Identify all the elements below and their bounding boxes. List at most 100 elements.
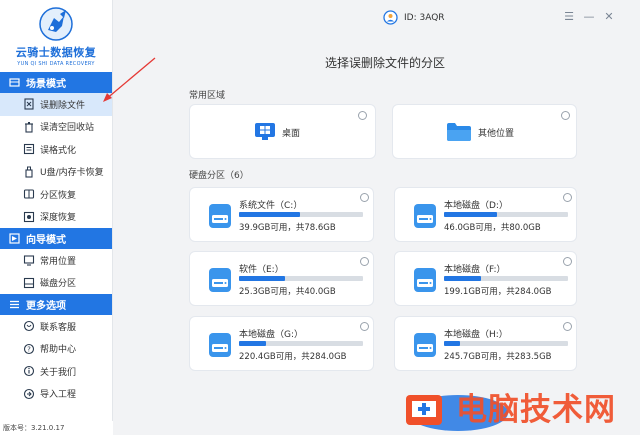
location-card-desktop[interactable]: 桌面 — [189, 104, 376, 159]
partition-icon — [23, 188, 35, 200]
location-radio[interactable] — [561, 111, 570, 120]
hard-drive-icon — [209, 204, 231, 228]
hard-drive-icon — [414, 333, 436, 357]
wizard-icon — [9, 233, 20, 244]
disk-usage-fill — [239, 212, 300, 217]
close-icon: ✕ — [604, 9, 614, 23]
disk-name: 本地磁盘（G:） — [239, 330, 304, 340]
section-wizard-mode[interactable]: 向导模式 — [0, 228, 112, 249]
nav-item-label: U盘/内存卡恢复 — [40, 168, 104, 179]
nav-item-about[interactable]: 关于我们 — [0, 360, 112, 383]
nav-item-recycle-bin[interactable]: 误清空回收站 — [0, 116, 112, 139]
about-icon — [23, 365, 35, 377]
hard-drive-icon — [209, 268, 231, 292]
watermark-text: 电脑技术网 — [456, 392, 616, 428]
menu-lines-icon: ☰ — [564, 9, 574, 23]
menu-button[interactable]: ☰ — [563, 9, 575, 23]
location-radio[interactable] — [358, 111, 367, 120]
disk-card-e[interactable]: 软件（E:） 25.3GB可用，共40.0GB — [189, 251, 374, 306]
disk-card-f[interactable]: 本地磁盘（F:） 199.1GB可用，共284.0GB — [394, 251, 577, 306]
disk-info: 199.1GB可用，共284.0GB — [444, 287, 552, 297]
disk-card-g[interactable]: 本地磁盘（G:） 220.4GB可用，共284.0GB — [189, 316, 374, 371]
minimize-icon: — — [583, 9, 595, 23]
menu-icon — [9, 299, 20, 310]
nav-item-partition[interactable]: 分区恢复 — [0, 183, 112, 206]
disk-radio[interactable] — [563, 322, 572, 331]
import-icon — [23, 388, 35, 400]
disk-card-h[interactable]: 本地磁盘（H:） 245.7GB可用，共283.5GB — [394, 316, 577, 371]
disk-partition-label: 硬盘分区（6） — [189, 171, 249, 181]
disk-usage-bar — [444, 341, 568, 346]
disk-radio[interactable] — [563, 193, 572, 202]
disk-usage-bar — [239, 341, 363, 346]
disk-card-c[interactable]: 系统文件（C:） 39.9GB可用，共78.6GB — [189, 187, 374, 242]
svg-text:?: ? — [27, 345, 31, 353]
user-id[interactable]: ID: 3AQR — [383, 10, 445, 25]
nav-item-label: 误删除文件 — [40, 100, 86, 111]
nav-item-label: 磁盘分区 — [40, 279, 77, 290]
disk-info: 220.4GB可用，共284.0GB — [239, 352, 347, 362]
disk-radio[interactable] — [360, 322, 369, 331]
disk-usage-fill — [239, 341, 267, 346]
disk-radio[interactable] — [360, 193, 369, 202]
nav-item-support[interactable]: 联系客服 — [0, 315, 112, 338]
location-card-other[interactable]: 其他位置 — [392, 104, 577, 159]
nav-item-label: 联系客服 — [40, 322, 77, 333]
disk-card-d[interactable]: 本地磁盘（D:） 46.0GB可用，共80.0GB — [394, 187, 577, 242]
nav-item-label: 关于我们 — [40, 367, 77, 378]
disk-info: 25.3GB可用，共40.0GB — [239, 287, 336, 297]
user-id-text: ID: 3AQR — [404, 12, 445, 23]
support-icon — [23, 320, 35, 332]
disk-name: 系统文件（C:） — [239, 201, 303, 211]
recycle-bin-icon — [23, 121, 35, 133]
section-more-options[interactable]: 更多选项 — [0, 294, 112, 315]
folder-icon — [447, 123, 471, 141]
nav-item-disk-partition[interactable]: 磁盘分区 — [0, 272, 112, 295]
format-icon — [23, 143, 35, 155]
nav-item-label: 常用位置 — [40, 256, 77, 267]
nav-item-format[interactable]: 误格式化 — [0, 138, 112, 161]
nav-item-label: 误清空回收站 — [40, 123, 95, 134]
disk-name: 本地磁盘（F:） — [444, 265, 506, 275]
disk-usage-bar — [239, 212, 363, 217]
version-label: 版本号：3.21.0.17 — [0, 421, 113, 435]
desktop-windows-icon — [255, 123, 275, 140]
delete-file-icon — [23, 98, 35, 110]
disk-usage-bar — [444, 212, 568, 217]
disk-radio[interactable] — [563, 257, 572, 266]
disk-partition-icon — [23, 277, 35, 289]
nav-item-import[interactable]: 导入工程 — [0, 383, 112, 406]
common-location-icon — [23, 254, 35, 266]
hard-drive-icon — [209, 333, 231, 357]
disk-info: 245.7GB可用，共283.5GB — [444, 352, 552, 362]
nav-item-usb[interactable]: U盘/内存卡恢复 — [0, 161, 112, 184]
hard-drive-icon — [414, 268, 436, 292]
disk-name: 本地磁盘（H:） — [444, 330, 508, 340]
usb-icon — [23, 166, 35, 178]
disk-usage-bar — [444, 276, 568, 281]
disk-usage-fill — [239, 276, 285, 281]
nav-item-common-location[interactable]: 常用位置 — [0, 249, 112, 272]
nav-item-deep-recovery[interactable]: 深度恢复 — [0, 206, 112, 229]
minimize-button[interactable]: — — [583, 9, 595, 23]
nav-item-label: 分区恢复 — [40, 190, 77, 201]
section-title: 场景模式 — [26, 79, 66, 90]
close-button[interactable]: ✕ — [603, 9, 615, 23]
nav-item-help[interactable]: ? 帮助中心 — [0, 338, 112, 361]
user-avatar-icon — [383, 10, 398, 25]
section-title: 向导模式 — [26, 235, 66, 246]
disk-info: 39.9GB可用，共78.6GB — [239, 223, 336, 233]
nav-item-label: 深度恢复 — [40, 213, 77, 224]
hard-drive-icon — [414, 204, 436, 228]
disk-usage-fill — [444, 276, 482, 281]
disk-name: 本地磁盘（D:） — [444, 201, 508, 211]
annotation-arrow-icon — [103, 57, 156, 102]
location-label: 桌面 — [282, 128, 301, 139]
help-icon: ? — [23, 343, 35, 355]
disk-usage-fill — [444, 212, 498, 217]
common-area-label: 常用区域 — [189, 91, 226, 101]
disk-usage-bar — [239, 276, 363, 281]
scenario-icon — [9, 77, 20, 88]
section-title: 更多选项 — [26, 301, 66, 312]
disk-radio[interactable] — [360, 257, 369, 266]
